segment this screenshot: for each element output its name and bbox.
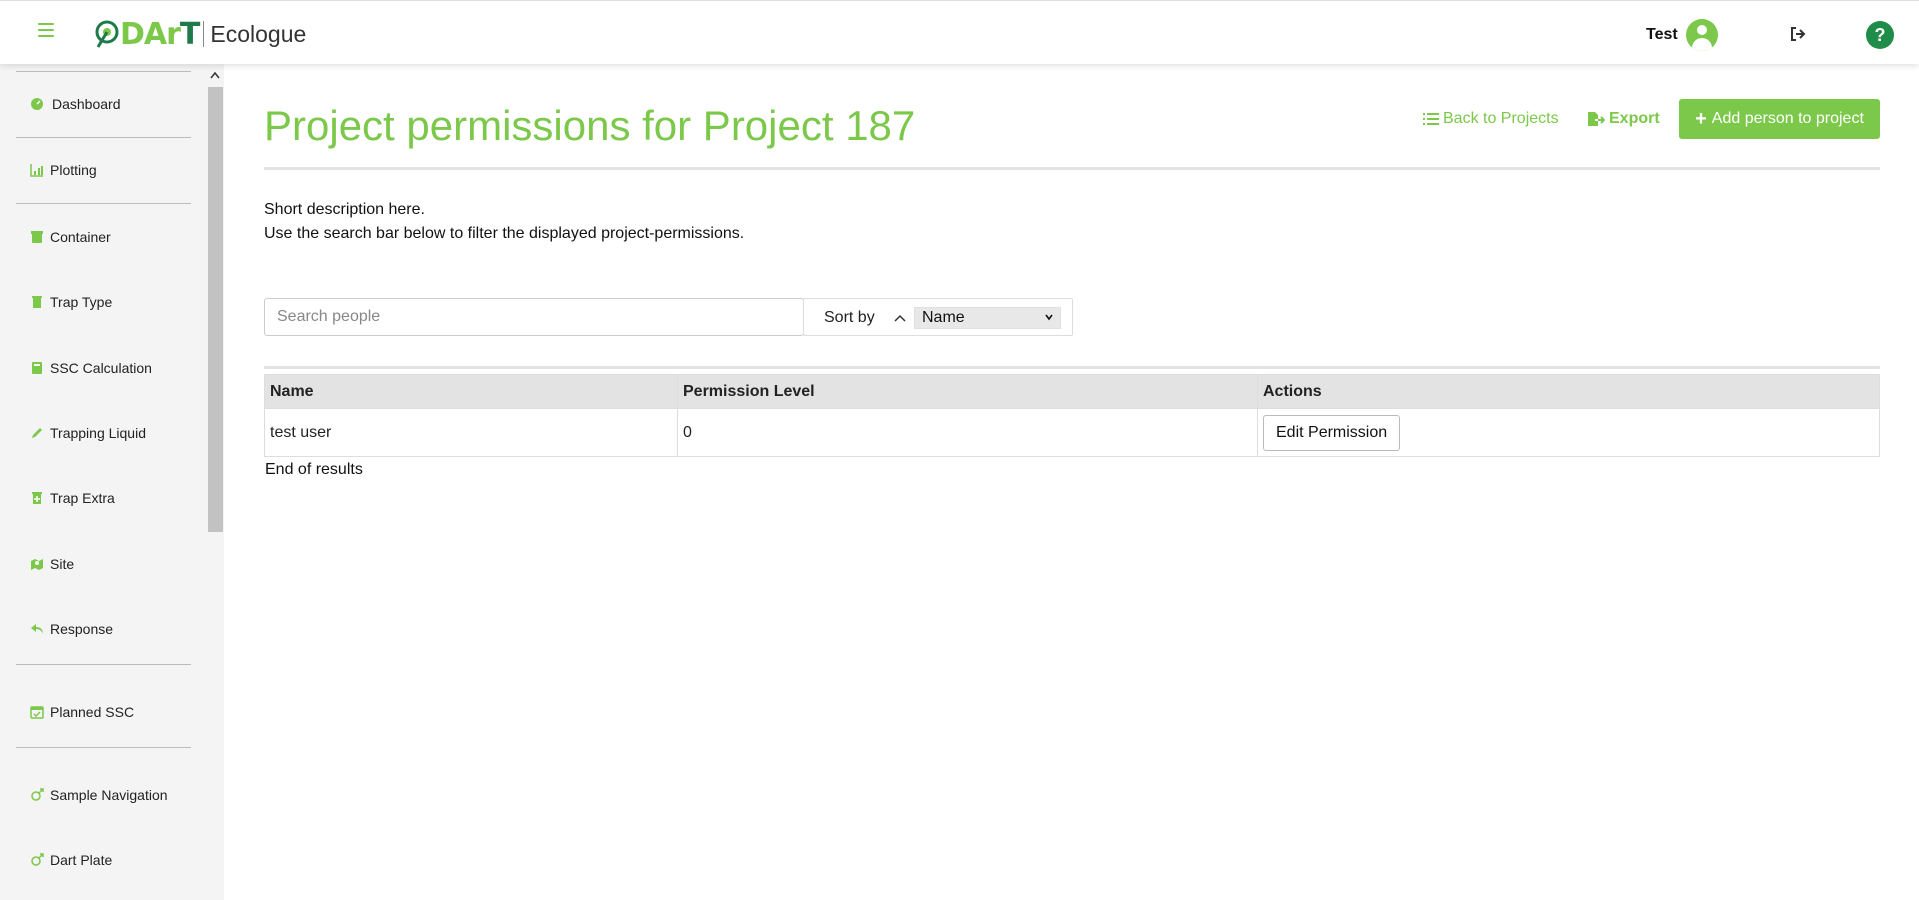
export-button[interactable]: Export [1587,110,1660,128]
sidebar: Dashboard Plotting Container Trap Type S… [0,64,224,900]
cell-name: test user [264,408,678,457]
column-header-name[interactable]: Name [264,374,678,409]
sidebar-item-label: Site [50,556,75,572]
sidebar-item-planned-ssc[interactable]: Planned SSC [30,704,134,720]
brand-name: Ecologue [210,20,307,47]
help-icon[interactable]: ? [1866,21,1894,49]
description-line: Short description here. [264,201,425,218]
search-input[interactable] [264,298,804,336]
brand-mark: DArT [120,16,200,52]
logo-leaf-icon [95,20,119,48]
pen-icon [32,428,42,438]
end-of-results-text: End of results [265,461,363,478]
list-icon [1423,113,1439,125]
sidebar-item-label: Trap Type [50,294,113,310]
back-to-projects-label: Back to Projects [1443,110,1559,127]
sidebar-item-ssc-calculation[interactable]: SSC Calculation [30,360,152,376]
sidebar-item-trap-extra[interactable]: Trap Extra [30,490,115,506]
sort-label: Sort by [824,309,875,326]
file-export-icon [1588,112,1605,126]
sidebar-item-dashboard[interactable]: Dashboard [30,96,121,112]
sidebar-item-label: Trapping Liquid [50,425,146,441]
top-bar: DArT Ecologue Test ? [0,0,1919,64]
chevron-down-icon [1045,314,1053,321]
sidebar-divider [16,71,191,72]
edit-permission-button[interactable]: Edit Permission [1263,414,1401,451]
map-icon [31,559,43,570]
reply-icon [31,624,43,634]
sidebar-divider [16,747,191,748]
sidebar-item-response[interactable]: Response [30,621,113,637]
sidebar-item-label: Sample Navigation [50,787,168,803]
trash-icon [32,296,42,308]
sidebar-item-label: Plotting [50,162,97,178]
cell-actions: Edit Permission [1257,408,1880,457]
user-name[interactable]: Test [1646,26,1678,44]
sidebar-item-label: Planned SSC [50,704,135,720]
sidebar-item-site[interactable]: Site [30,556,74,572]
sort-control: Sort by Name [803,298,1073,336]
sidebar-item-label: Trap Extra [50,490,115,506]
sidebar-item-trap-type[interactable]: Trap Type [30,294,112,310]
sidebar-item-label: Container [50,229,111,245]
plus-icon: + [1695,108,1707,130]
sidebar-divider [16,664,191,665]
chart-icon [30,164,43,177]
sidebar-divider [16,137,191,138]
description-line: Use the search bar below to filter the d… [264,225,745,242]
calendar-check-icon [30,706,44,719]
sidebar-item-container[interactable]: Container [30,229,111,245]
export-label: Export [1609,110,1660,127]
column-header-permission-level[interactable]: Permission Level [677,374,1258,409]
container-icon [31,231,43,243]
brand-separator [203,21,205,47]
cell-permission-level: 0 [677,408,1258,457]
menu-toggle-icon[interactable] [38,23,54,41]
table-divider [264,366,1880,369]
add-person-button[interactable]: + Add person to project [1679,99,1880,139]
sidebar-item-label: Dart Plate [50,852,113,868]
sort-direction-icon[interactable] [893,313,907,323]
page-description: Short description here. Use the search b… [264,198,744,246]
column-header-actions: Actions [1257,374,1880,409]
sidebar-item-dart-plate[interactable]: Dart Plate [30,852,112,868]
sidebar-item-label: SSC Calculation [50,360,152,376]
logout-icon[interactable] [1789,25,1807,43]
scrollbar-thumb[interactable] [208,87,223,532]
scroll-up-icon[interactable] [210,71,220,79]
sidebar-item-trapping-liquid[interactable]: Trapping Liquid [30,425,146,441]
sort-select-value: Name [922,309,965,326]
arrow-out-icon [31,853,44,866]
sidebar-item-label: Dashboard [52,96,121,112]
back-to-projects-link[interactable]: Back to Projects [1423,110,1559,128]
page-title: Project permissions for Project 187 [264,102,916,149]
arrow-out-icon [31,788,44,801]
sidebar-divider [16,203,191,204]
sidebar-item-label: Response [50,621,114,637]
title-divider [264,167,1880,170]
sidebar-item-sample-navigation[interactable]: Sample Navigation [30,787,168,803]
sort-select[interactable]: Name [914,307,1061,329]
table-header-row: Name Permission Level Actions [264,374,1880,409]
table-row: test user 0 Edit Permission [264,408,1880,457]
brand-logo[interactable]: DArT Ecologue [94,15,306,53]
user-avatar-icon[interactable] [1686,19,1718,51]
dashboard-icon [31,98,43,110]
calculator-icon [32,362,42,374]
sidebar-item-plotting[interactable]: Plotting [30,162,97,178]
permissions-table: Name Permission Level Actions test user … [264,374,1880,457]
trash-plus-icon [32,492,42,504]
add-person-label: Add person to project [1711,110,1864,127]
